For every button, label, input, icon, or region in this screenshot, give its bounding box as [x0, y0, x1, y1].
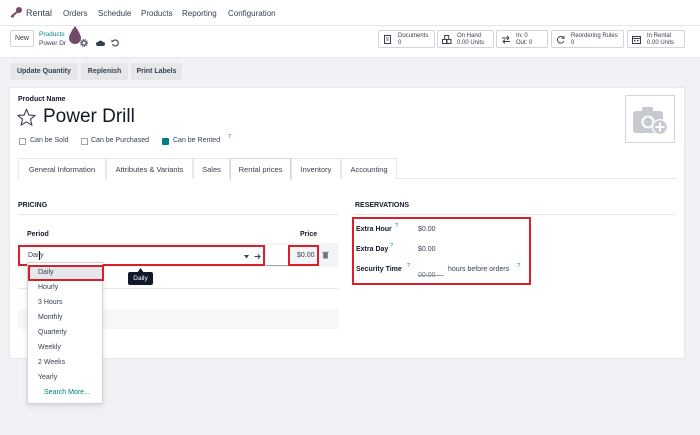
stat-documents-label: Documents	[398, 33, 429, 39]
can-be-purchased-checkbox[interactable]	[81, 138, 88, 145]
price-input-value: $0.00	[297, 252, 315, 259]
can-be-rented-checkbox[interactable]	[162, 138, 169, 150]
stat-reordering-rules[interactable]: Reordering Rules 0	[551, 30, 624, 48]
calendar-icon	[632, 36, 641, 44]
stat-on-hand-label: On Hand	[457, 33, 482, 39]
tab-sales[interactable]: Sales	[193, 158, 230, 179]
stat-documents[interactable]: Documents 0	[378, 30, 435, 48]
tab-accounting[interactable]: Accounting	[341, 158, 397, 179]
stat-in-rental-value: 0.00 Units	[647, 40, 675, 46]
security-time-help[interactable]: ?	[407, 263, 410, 269]
tab-inventory[interactable]: Inventory	[291, 158, 341, 179]
file-icon	[384, 35, 391, 44]
menu-configuration[interactable]: Configuration	[228, 9, 276, 18]
caret-down-icon[interactable]	[244, 255, 249, 259]
security-time-suffix: hours before orders	[448, 266, 510, 273]
refresh-icon	[556, 35, 565, 44]
app-name[interactable]: Rental	[26, 8, 52, 18]
pricing-divider	[18, 214, 338, 215]
extra-hour-label: Extra Hour	[356, 226, 392, 233]
stat-in-label: In: 0	[516, 33, 528, 39]
breadcrumb-current: Power Dr	[39, 40, 67, 47]
extra-hour-help[interactable]: ?	[395, 223, 398, 229]
tab-rental-prices[interactable]: Rental prices	[230, 158, 291, 180]
star-icon[interactable]	[17, 108, 36, 126]
dropdown-option-quarterly[interactable]: Quarterly	[38, 329, 67, 336]
menu-products[interactable]: Products	[141, 9, 173, 18]
tab-attributes-variants[interactable]: Attributes & Variants	[106, 158, 193, 179]
tab-general-information[interactable]: General Information	[18, 158, 106, 179]
dropdown-option-3-hours[interactable]: 3 Hours	[38, 299, 63, 306]
dropdown-option-weekly[interactable]: Weekly	[38, 344, 61, 351]
tooltip-arrow	[137, 268, 144, 273]
reservations-divider	[355, 214, 675, 215]
can-be-rented-label: Can be Rented	[173, 137, 221, 144]
exchange-icon	[502, 35, 510, 44]
option-tooltip: Daily	[128, 272, 153, 285]
extra-hour-value[interactable]: $0.00	[418, 226, 436, 233]
arrow-right-icon[interactable]	[254, 253, 261, 260]
stat-in-rental-label: In Rental	[647, 33, 672, 39]
menu-schedule[interactable]: Schedule	[98, 9, 131, 18]
product-name-label: Product Name	[18, 96, 66, 103]
security-time-label: Security Time	[356, 266, 402, 273]
dropdown-search-more[interactable]: Search More...	[44, 389, 90, 396]
extra-day-value[interactable]: $0.00	[418, 246, 436, 253]
replenish-button[interactable]: Replenish	[81, 63, 128, 80]
stat-reordering-value: 0	[571, 40, 575, 46]
dropdown-option-monthly[interactable]: Monthly	[38, 314, 63, 321]
discard-icon[interactable]	[111, 39, 119, 47]
extra-day-help[interactable]: ?	[390, 243, 393, 249]
breadcrumb-products[interactable]: Products	[39, 31, 65, 38]
stat-on-hand-value: 0.00 Units	[457, 40, 485, 46]
stat-out-label: Out: 0	[516, 40, 533, 46]
security-time-value: 00:00	[418, 272, 436, 279]
new-button[interactable]: New	[10, 30, 34, 47]
security-time-input[interactable]: 00:00	[418, 264, 444, 279]
stat-reordering-label: Reordering Rules	[571, 33, 618, 39]
key-icon	[10, 7, 22, 18]
menu-orders[interactable]: Orders	[63, 9, 87, 18]
price-input[interactable]: $0.00	[288, 245, 319, 266]
top-navbar: Rental Orders Schedule Products Reportin…	[0, 0, 700, 26]
dropdown-option-hourly[interactable]: Hourly	[38, 284, 58, 291]
print-labels-button[interactable]: Print Labels	[131, 63, 182, 80]
stat-documents-value: 0	[398, 40, 402, 46]
can-be-purchased-label: Can be Purchased	[91, 137, 149, 144]
pricing-spacer-cell	[266, 245, 288, 266]
checkmark-icon	[162, 145, 169, 150]
reservations-title: RESERVATIONS	[355, 202, 410, 209]
camera-plus-icon	[633, 107, 668, 135]
gear-icon[interactable]	[80, 39, 88, 47]
dropdown-option-yearly[interactable]: Yearly	[38, 374, 57, 381]
can-be-sold-label: Can be Sold	[30, 137, 69, 144]
help-tooltip-icon[interactable]: ?	[228, 134, 231, 140]
menu-reporting[interactable]: Reporting	[182, 9, 217, 18]
stat-on-hand[interactable]: On Hand 0.00 Units	[437, 30, 494, 48]
product-name-field[interactable]: Power Drill	[43, 106, 135, 128]
col-price-header: Price	[300, 231, 318, 238]
cubes-icon	[442, 35, 452, 44]
can-be-sold-checkbox[interactable]	[19, 138, 26, 145]
dropdown-option-2-weeks[interactable]: 2 Weeks	[38, 359, 65, 366]
security-suffix-help[interactable]: ?	[517, 263, 520, 269]
period-input-value: Daily	[28, 252, 44, 259]
product-image-placeholder[interactable]	[625, 95, 675, 143]
pricing-title: PRICING	[18, 202, 48, 209]
stat-in-out[interactable]: In: 0 Out: 0	[496, 30, 548, 48]
dropdown-option-daily[interactable]: Daily	[38, 269, 54, 276]
stat-in-rental[interactable]: In Rental 0.00 Units	[627, 30, 685, 48]
col-period-header: Period	[27, 231, 49, 238]
cloud-save-icon[interactable]	[96, 39, 105, 47]
update-quantity-button[interactable]: Update Quantity	[10, 63, 78, 80]
text-caret	[39, 251, 40, 260]
trash-icon[interactable]	[322, 251, 329, 259]
extra-day-label: Extra Day	[356, 246, 389, 253]
control-panel: New Products Power Dr Documents 0 On Han…	[0, 26, 700, 58]
